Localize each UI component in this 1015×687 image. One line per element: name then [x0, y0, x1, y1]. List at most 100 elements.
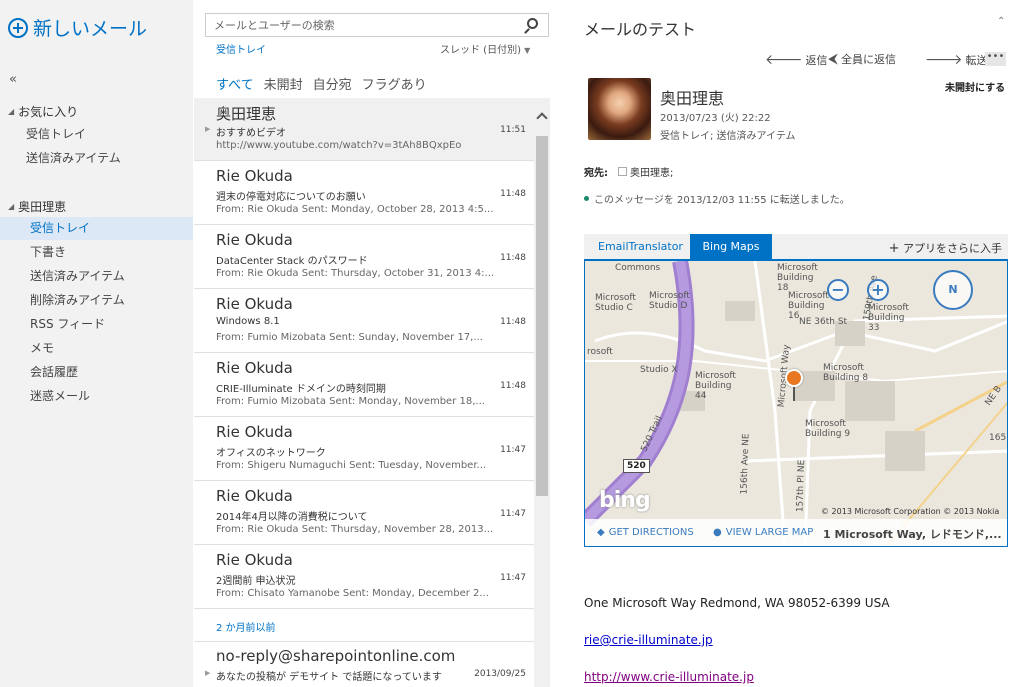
date-group-header: 2 か月前以前	[216, 623, 276, 634]
search-box	[205, 13, 549, 37]
map-label: Commons	[615, 263, 661, 273]
apps-bar: EmailTranslator Bing Maps + アプリをさらに入手	[584, 234, 1008, 260]
folder-drafts[interactable]: 下書き	[0, 241, 193, 264]
scroll-thumb[interactable]	[536, 136, 548, 496]
filter-unread[interactable]: 未開封	[264, 74, 303, 93]
pin-small-icon: ●	[713, 527, 722, 538]
filter-to-me[interactable]: 自分宛	[313, 74, 352, 93]
sort-label: スレッド (日付別)	[440, 45, 521, 56]
message-subject: DataCenter Stack のパスワード	[216, 256, 368, 267]
filter-all[interactable]: すべて	[216, 74, 254, 93]
expand-thread-icon[interactable]: ▶	[205, 125, 210, 133]
search-icon[interactable]	[527, 18, 538, 29]
sort-dropdown[interactable]: スレッド (日付別) ▼	[440, 41, 530, 56]
folder-deleted[interactable]: 削除済みアイテム	[0, 289, 193, 312]
location-pin-icon[interactable]	[785, 369, 803, 387]
message-row[interactable]: Rie Okuda DataCenter Stack のパスワード 11:48 …	[194, 226, 534, 289]
highway-shield: 520	[623, 459, 650, 473]
message-preview: From: Rie Okuda Sent: Thursday, October …	[216, 268, 495, 279]
message-preview: From: Shigeru Numaguchi Sent: Tuesday, N…	[216, 460, 487, 471]
collapse-header-icon[interactable]: ⌃	[997, 16, 1005, 27]
recipient[interactable]: 奥田理恵;	[618, 164, 673, 179]
favorites-group[interactable]: ◢ お気に入り	[8, 103, 78, 120]
folder-inbox[interactable]: 受信トレイ	[0, 217, 193, 240]
map-label: 165	[989, 433, 1007, 443]
list-scrollbar[interactable]	[534, 98, 550, 687]
collapse-triangle-icon: ◢	[8, 202, 15, 211]
zoom-in-button[interactable]: +	[867, 279, 889, 301]
get-directions-link[interactable]: ◆ GET DIRECTIONS	[597, 527, 694, 538]
message-subject: あなたの投稿が デモサイト で話題になっています	[216, 672, 442, 683]
fav-item-inbox[interactable]: 受信トレイ	[0, 123, 193, 146]
message-row[interactable]: Rie Okuda CRIE-Illuminate ドメインの時刻同期 11:4…	[194, 354, 534, 417]
message-preview: http://www.youtube.com/watch?v=3tAh8BQxp…	[216, 140, 462, 151]
message-subject: オフィスのネットワーク	[216, 448, 326, 459]
forwarded-text: このメッセージを 2013/12/03 11:55 に転送しました。	[594, 195, 850, 206]
sender-name[interactable]: 奥田理恵	[660, 85, 724, 109]
message-sender: Rie Okuda	[216, 231, 293, 249]
message-time: 11:47	[500, 573, 526, 583]
address-line: One Microsoft Way Redmond, WA 98052-6399…	[584, 596, 890, 610]
message-preview: From: Fumio Mizobata Sent: Monday, Novem…	[216, 396, 485, 407]
folder-sent[interactable]: 送信済みアイテム	[0, 265, 193, 288]
bing-map[interactable]: Commons Microsoft Studio C Microsoft Stu…	[584, 260, 1008, 547]
account-group[interactable]: ◢ 奥田理恵	[8, 198, 66, 215]
message-time: 11:51	[500, 125, 526, 135]
current-folder-label: 受信トレイ	[216, 45, 266, 56]
filter-flagged[interactable]: フラグあり	[362, 74, 427, 93]
account-label: 奥田理恵	[18, 200, 67, 214]
message-sender: Rie Okuda	[216, 551, 293, 569]
reply-label: 返信	[805, 53, 828, 67]
directions-icon: ◆	[597, 527, 605, 538]
plus-circle-icon	[8, 17, 28, 38]
folder-junk[interactable]: 迷惑メール	[0, 385, 193, 408]
website-link[interactable]: http://www.crie-illuminate.jp	[584, 670, 754, 684]
reply-button[interactable]: 🡐 返信	[765, 51, 828, 68]
search-input[interactable]	[214, 17, 514, 33]
scroll-up-arrow-icon[interactable]	[536, 112, 548, 124]
message-subject: 2週間前 申込状況	[216, 576, 296, 587]
collapse-nav-button[interactable]: «	[9, 72, 17, 87]
sender-avatar[interactable]	[588, 78, 651, 140]
folder-rss[interactable]: RSS フィード	[0, 313, 193, 336]
reply-all-button[interactable]: ⮜ 全員に返信	[828, 51, 896, 67]
filter-bar: すべて 未開封 自分宛 フラグあり	[216, 74, 427, 93]
message-row[interactable]: Rie Okuda 2014年4月以降の消費税について 11:47 From: …	[194, 482, 534, 545]
tab-email-translator[interactable]: EmailTranslator	[598, 240, 683, 253]
message-row[interactable]: no-reply@sharepointonline.com ▶ あなたの投稿が …	[194, 641, 534, 687]
message-row[interactable]: Rie Okuda 週末の停電対応についてのお願い 11:48 From: Ri…	[194, 162, 534, 225]
plus-icon: +	[888, 241, 900, 256]
contact-card-icon	[618, 167, 627, 176]
folder-conversation-history[interactable]: 会話履歴	[0, 361, 193, 384]
message-preview: From: Rie Okuda Sent: Monday, October 28…	[216, 204, 494, 215]
get-directions-label: GET DIRECTIONS	[608, 527, 694, 538]
collapse-triangle-icon: ◢	[8, 107, 15, 116]
message-subject: CRIE-Illuminate ドメインの時刻同期	[216, 384, 386, 395]
message-time: 11:48	[500, 253, 526, 263]
view-large-map-link[interactable]: ● VIEW LARGE MAP	[713, 527, 813, 538]
expand-thread-icon[interactable]: ▶	[205, 669, 210, 677]
message-row[interactable]: 奥田理恵 ▶ おすすめビデオ 11:51 http://www.youtube.…	[194, 98, 534, 161]
map-label: Studio X	[640, 365, 678, 375]
info-dot-icon	[584, 196, 589, 201]
new-mail-button[interactable]: 新しいメール	[8, 14, 147, 41]
message-subject: おすすめビデオ	[216, 128, 286, 139]
dropdown-arrow-icon: ▼	[524, 46, 531, 55]
email-link[interactable]: rie@crie-illuminate.jp	[584, 633, 713, 647]
fav-item-sent[interactable]: 送信済みアイテム	[0, 147, 193, 170]
map-label: NE 36th St	[799, 317, 848, 327]
message-row[interactable]: Rie Okuda 2週間前 申込状況 11:47 From: Chisato …	[194, 546, 534, 609]
get-more-apps-button[interactable]: + アプリをさらに入手	[889, 240, 1002, 256]
forward-arrow-icon: 🡒	[925, 52, 963, 68]
mark-unread-button[interactable]: 未開封にする	[945, 79, 1005, 94]
compass-icon[interactable]: N	[933, 270, 973, 310]
folder-notes[interactable]: メモ	[0, 337, 193, 360]
message-row[interactable]: Rie Okuda Windows 8.1 11:48 From: Fumio …	[194, 290, 534, 353]
zoom-out-button[interactable]: −	[827, 279, 849, 301]
more-actions-button[interactable]: •••	[985, 52, 1006, 66]
message-row[interactable]: Rie Okuda オフィスのネットワーク 11:47 From: Shiger…	[194, 418, 534, 481]
to-label: 宛先:	[584, 168, 608, 179]
message-sender: 奥田理恵	[216, 105, 277, 123]
forward-button[interactable]: 🡒 転送	[925, 51, 988, 68]
tab-bing-maps[interactable]: Bing Maps	[690, 234, 772, 260]
